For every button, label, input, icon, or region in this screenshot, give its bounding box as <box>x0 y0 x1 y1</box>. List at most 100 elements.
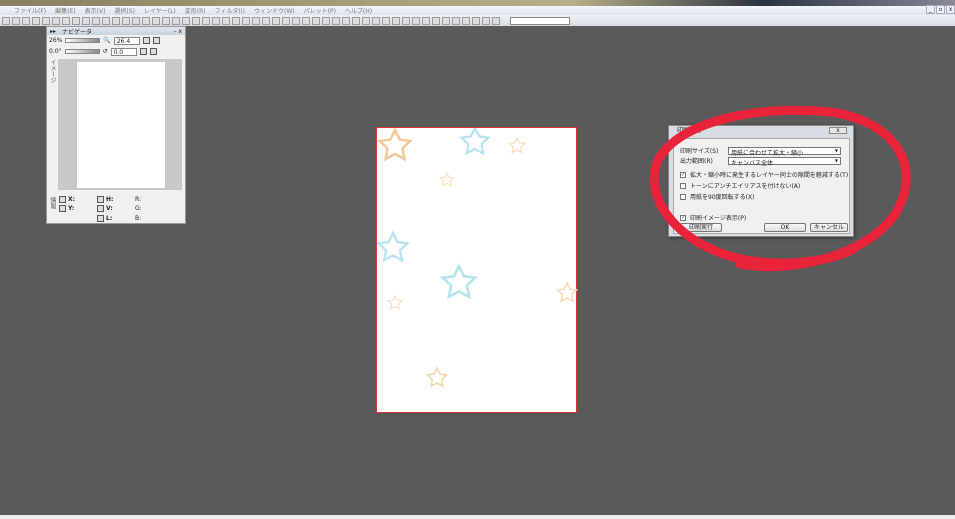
info-b: B: <box>135 215 142 223</box>
menu-palette[interactable]: パレット(P) <box>304 6 336 15</box>
zoom-input[interactable]: 26.4 <box>113 36 140 45</box>
info-panel: X: H: R: Y: V: G: L: B: <box>56 195 184 223</box>
toolbar-button-icon[interactable] <box>392 16 400 25</box>
toolbar <box>0 15 955 26</box>
toolbar-button-icon[interactable] <box>302 16 310 25</box>
toolbar-button-icon[interactable] <box>492 16 500 25</box>
toolbar-button-icon[interactable] <box>352 16 360 25</box>
toolbar-button-icon[interactable] <box>462 16 470 25</box>
toolbar-button-icon[interactable] <box>442 16 450 25</box>
toolbar-button-icon[interactable] <box>32 16 40 25</box>
print-size-select[interactable]: 用紙に合わせて拡大・縮小 <box>728 146 841 157</box>
rotate-90-checkbox[interactable] <box>680 193 686 200</box>
rotate-input[interactable]: 0.0 <box>110 47 137 56</box>
toolbar-button-icon[interactable] <box>152 16 160 25</box>
toolbar-button-icon[interactable] <box>322 16 330 25</box>
toolbar-button-icon[interactable] <box>112 16 120 25</box>
toolbar-button-icon[interactable] <box>212 16 220 25</box>
toolbar-button-icon[interactable] <box>102 16 110 25</box>
toolbar-input[interactable] <box>510 16 570 25</box>
toolbar-button-icon[interactable] <box>62 16 70 25</box>
navigator-preview[interactable] <box>58 59 182 190</box>
rotate-label: 0.0° <box>49 48 62 55</box>
preview-page <box>77 62 165 188</box>
menu-edit[interactable]: 編集(E) <box>55 6 75 15</box>
rotate-slider[interactable] <box>64 49 100 54</box>
fit-icon[interactable] <box>142 37 150 44</box>
panel-tab-icon[interactable]: ▸▸ <box>50 28 56 35</box>
dialog-close-button[interactable]: x <box>829 127 847 134</box>
flip-icon[interactable] <box>149 48 157 55</box>
no-antialias-checkbox[interactable] <box>680 182 686 189</box>
print-preview-checkbox[interactable]: ✓ <box>680 214 686 221</box>
toolbar-button-icon[interactable] <box>422 16 430 25</box>
menu-transform[interactable]: 変形(R) <box>185 6 206 15</box>
toolbar-button-icon[interactable] <box>282 16 290 25</box>
toolbar-button-icon[interactable] <box>122 16 130 25</box>
toolbar-button-icon[interactable] <box>222 16 230 25</box>
toolbar-button-icon[interactable] <box>92 16 100 25</box>
zoom-slider[interactable] <box>65 38 101 43</box>
toolbar-button-icon[interactable] <box>382 16 390 25</box>
reduce-gap-checkbox[interactable]: ✓ <box>680 171 686 178</box>
toolbar-button-icon[interactable] <box>482 16 490 25</box>
output-range-select[interactable]: キャンバス全体 <box>728 156 841 167</box>
close-button[interactable]: x <box>946 5 955 14</box>
menu-view[interactable]: 表示(V) <box>85 6 106 15</box>
menu-help[interactable]: ヘルプ(H) <box>345 6 372 15</box>
zoom-out-icon[interactable]: 🔍 <box>103 37 110 44</box>
menu-file[interactable]: ファイル(F) <box>14 6 46 15</box>
toolbar-button-icon[interactable] <box>402 16 410 25</box>
info-x: X: <box>68 195 76 203</box>
toolbar-button-icon[interactable] <box>342 16 350 25</box>
toolbar-button-icon[interactable] <box>292 16 300 25</box>
menu-layer[interactable]: レイヤー(L) <box>144 6 176 15</box>
toolbar-button-icon[interactable] <box>72 16 80 25</box>
toolbar-button-icon[interactable] <box>82 16 90 25</box>
toolbar-button-icon[interactable] <box>202 16 210 25</box>
toolbar-button-icon[interactable] <box>262 16 270 25</box>
cancel-button[interactable]: キャンセル <box>810 223 848 232</box>
view-icon[interactable] <box>152 37 160 44</box>
info-y: Y: <box>68 205 75 213</box>
toolbar-button-icon[interactable] <box>272 16 280 25</box>
menu-window[interactable]: ウィンドウ(W) <box>254 6 295 15</box>
toolbar-button-icon[interactable] <box>132 16 140 25</box>
navigator-title: ナビゲータ <box>62 28 93 36</box>
toolbar-button-icon[interactable] <box>162 16 170 25</box>
rotate-icon[interactable]: ↺ <box>103 48 108 55</box>
print-button[interactable]: 印刷実行 <box>680 223 722 232</box>
toolbar-button-icon[interactable] <box>192 16 200 25</box>
toolbar-button-icon[interactable] <box>22 16 30 25</box>
canvas-page[interactable] <box>376 126 578 413</box>
toolbar-button-icon[interactable] <box>172 16 180 25</box>
minimize-button[interactable]: _ <box>926 5 935 14</box>
toolbar-button-icon[interactable] <box>12 16 20 25</box>
toolbar-button-icon[interactable] <box>2 16 10 25</box>
toolbar-button-icon[interactable] <box>252 16 260 25</box>
output-range-label: 出力範囲(R) <box>680 158 713 165</box>
restore-button[interactable]: ▫ <box>936 5 945 14</box>
toolbar-button-icon[interactable] <box>142 16 150 25</box>
toolbar-button-icon[interactable] <box>182 16 190 25</box>
toolbar-button-icon[interactable] <box>312 16 320 25</box>
reset-rotation-icon[interactable] <box>139 48 147 55</box>
toolbar-button-icon[interactable] <box>372 16 380 25</box>
ok-button[interactable]: OK <box>764 223 806 232</box>
panel-close-icon[interactable]: – x <box>174 28 182 35</box>
toolbar-button-icon[interactable] <box>472 16 480 25</box>
toolbar-button-icon[interactable] <box>412 16 420 25</box>
toolbar-button-icon[interactable] <box>432 16 440 25</box>
toolbar-button-icon[interactable] <box>452 16 460 25</box>
image-tab[interactable]: イメージ <box>48 59 57 83</box>
toolbar-button-icon[interactable] <box>52 16 60 25</box>
toolbar-button-icon[interactable] <box>42 16 50 25</box>
rotate-90-label: 用紙を90度回転する(X) <box>690 194 755 201</box>
menu-select[interactable]: 選択(S) <box>114 6 135 15</box>
toolbar-button-icon[interactable] <box>362 16 370 25</box>
window-controls: _ ▫ x <box>926 5 955 14</box>
toolbar-button-icon[interactable] <box>232 16 240 25</box>
menu-filter[interactable]: フィルタ(I) <box>215 6 245 15</box>
toolbar-button-icon[interactable] <box>332 16 340 25</box>
toolbar-button-icon[interactable] <box>242 16 250 25</box>
